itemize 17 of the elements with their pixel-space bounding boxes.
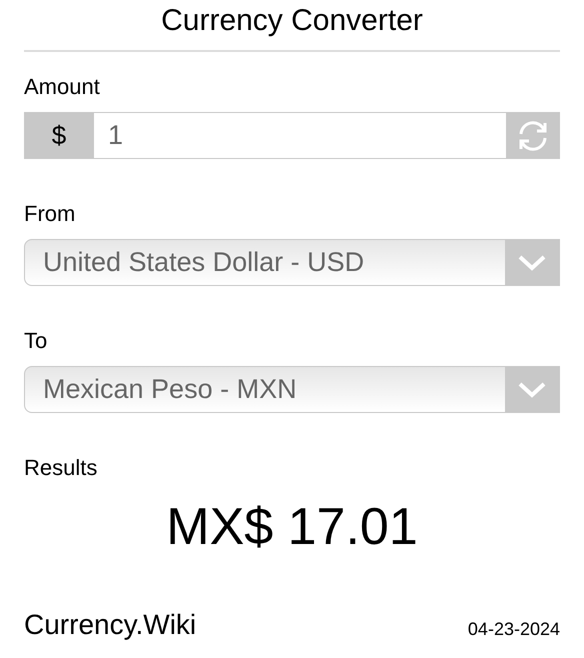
chevron-down-icon [517,254,547,272]
result-value: MX$ 17.01 [166,497,418,558]
field-label: From [24,201,76,227]
brand-link[interactable]: Currency.Wiki [24,608,196,642]
chevron-down-icon [517,380,547,398]
currency-select[interactable]: Mexican Peso - MXN [24,366,560,413]
app-title: Currency Converter [161,6,423,36]
results-label: Results [24,455,98,481]
select-value: United States Dollar - USD [42,246,366,280]
currency-symbol: $ [24,112,94,159]
amount-field[interactable]: 1 [94,112,506,159]
select-value: Mexican Peso - MXN [42,373,298,406]
field-label: To [24,328,48,354]
date-text: 04-23-2024 [468,618,560,641]
refresh-button[interactable] [506,112,560,159]
currency-select[interactable]: United States Dollar - USD [24,239,560,286]
field-label: Amount [24,74,101,100]
